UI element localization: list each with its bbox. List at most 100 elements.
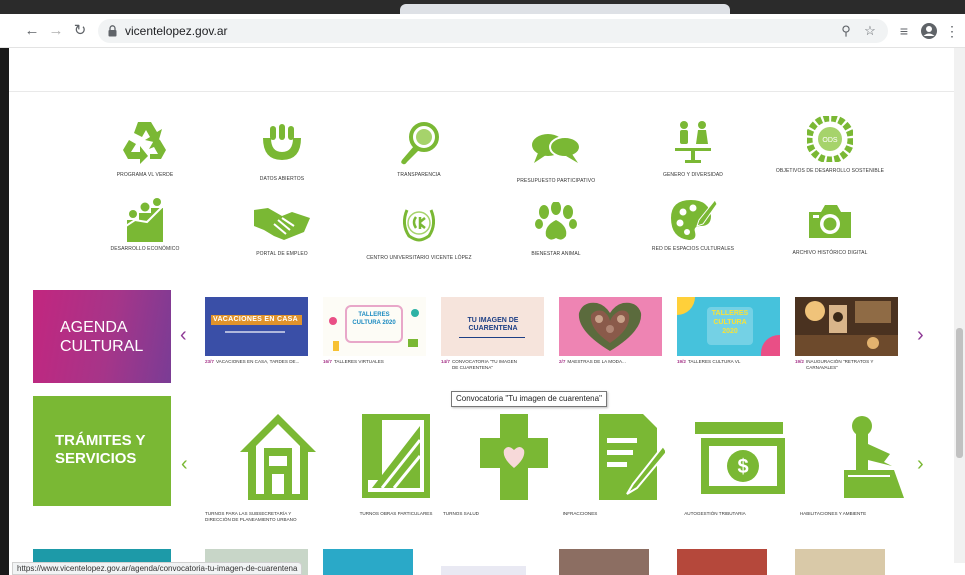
- laurel-emblem-icon: [402, 209, 436, 242]
- next-section-thumbnail[interactable]: [795, 549, 885, 575]
- agenda-caption[interactable]: 23/7 VACACIONES EN CASA, TARDES DE...: [205, 359, 299, 365]
- thumb-text: TALLERES CULTURA 2020: [711, 310, 749, 335]
- grid-item-label: GENERO Y DIVERSIDAD: [662, 172, 724, 178]
- grid-item-genero-diversidad[interactable]: GENERO Y DIVERSIDAD: [618, 120, 768, 178]
- grid-item-transparencia[interactable]: TRANSPARENCIA: [344, 120, 494, 178]
- agenda-thumbnail[interactable]: TU IMAGEN DE CUARENTENA: [441, 297, 544, 356]
- open-data-icon: [263, 124, 301, 160]
- agenda-next-arrow[interactable]: ›: [917, 325, 924, 345]
- agenda-caption[interactable]: 2/7 MAESTRAS DE LA MODA...: [559, 359, 626, 365]
- section-divider: [9, 91, 954, 92]
- agenda-caption[interactable]: 19/2 TALLERES CULTURA VL: [677, 359, 740, 365]
- agenda-prev-arrow[interactable]: ‹: [180, 325, 187, 345]
- agenda-date: 19/2: [677, 359, 686, 364]
- agenda-caption[interactable]: 14/7 CONVOCATORIA "TU IMAGEN DE CUARENTEN…: [441, 359, 522, 371]
- grid-item-ods[interactable]: ODS OBJETIVOS DE DESARROLLO SOSTENIBLE: [755, 116, 905, 174]
- grid-item-portal-empleo[interactable]: PORTAL DE EMPLEO: [207, 206, 357, 257]
- next-section-thumbnail[interactable]: [441, 566, 526, 575]
- agenda-caption-text: VACACIONES EN CASA, TARDES DE...: [215, 359, 300, 364]
- agenda-caption-text: INAUGURACIÓN "RETRATOS Y CARNAVALES": [805, 359, 874, 370]
- agenda-date: 19/2: [795, 359, 804, 364]
- grid-item-label: DATOS ABIERTOS: [259, 176, 305, 182]
- grid-item-label: TRANSPARENCIA: [397, 172, 441, 178]
- star-icon[interactable]: ☆: [862, 23, 878, 39]
- grid-item-red-espacios-culturales[interactable]: RED DE ESPACIOS CULTURALES: [618, 198, 768, 252]
- people-balance-icon: [675, 121, 711, 163]
- house-icon[interactable]: [238, 412, 318, 502]
- agenda-cultural-banner[interactable]: AGENDA CULTURAL: [33, 290, 171, 383]
- grid-item-label: OBJETIVOS DE DESARROLLO SOSTENIBLE: [775, 168, 885, 174]
- grid-item-archivo-historico[interactable]: ARCHIVO HISTÓRICO DIGITAL: [755, 202, 905, 256]
- recycle-icon: [123, 122, 166, 164]
- agenda-thumbnail[interactable]: [559, 297, 662, 356]
- agenda-thumbnail[interactable]: TALLERES CULTURA 2020: [323, 297, 426, 356]
- tooltip: Convocatoria "Tu imagen de cuarentena": [451, 391, 607, 407]
- url-text[interactable]: vicentelopez.gov.ar: [125, 24, 228, 38]
- grid-item-centro-universitario[interactable]: CENTRO UNIVERSITARIO VICENTE LÓPEZ: [344, 204, 494, 261]
- grid-item-presupuesto-participativo[interactable]: PRESUPUESTO PARTICIPATIVO: [481, 132, 631, 184]
- reload-icon[interactable]: ↻: [70, 21, 90, 41]
- tramites-servicios-banner[interactable]: TRÁMITES Y SERVICIOS: [33, 396, 171, 506]
- service-label[interactable]: INFRACCIONES: [525, 511, 635, 517]
- agenda-caption-text: MAESTRAS DE LA MODA...: [567, 359, 626, 364]
- agenda-caption[interactable]: 19/2 INAUGURACIÓN "RETRATOS Y CARNAVALES": [795, 359, 886, 371]
- page-scrollbar[interactable]: [954, 48, 965, 563]
- agenda-thumbnail[interactable]: VACACIONES EN CASA: [205, 297, 308, 356]
- service-label[interactable]: TURNOS PARA LAS SUBSECRETARÍA Y DIRECCIÓ…: [205, 511, 315, 523]
- blueprint-icon[interactable]: [360, 412, 432, 500]
- grid-item-label: RED DE ESPACIOS CULTURALES: [651, 246, 735, 252]
- address-bar[interactable]: vicentelopez.gov.ar ⚲ ☆: [98, 19, 888, 43]
- tab-strip: [0, 0, 965, 14]
- speech-bubbles-icon: [532, 134, 581, 163]
- grid-item-programa-vl-verde[interactable]: PROGRAMA VL VERDE: [70, 118, 220, 178]
- back-arrow-icon[interactable]: ←: [22, 21, 42, 41]
- agenda-caption[interactable]: 16/7 TALLERES VIRTUALES: [323, 359, 384, 365]
- health-cross-icon[interactable]: [478, 412, 550, 502]
- grid-item-datos-abiertos[interactable]: DATOS ABIERTOS: [207, 124, 357, 182]
- handshake-icon: [254, 208, 310, 240]
- palette-icon: [671, 199, 717, 240]
- next-section-thumbnail[interactable]: [677, 549, 767, 575]
- tramites-prev-arrow[interactable]: ‹: [181, 454, 188, 474]
- reading-list-icon[interactable]: ≡: [895, 22, 913, 40]
- forward-arrow-icon[interactable]: →: [46, 21, 66, 41]
- browser-toolbar: ← → ↻ vicentelopez.gov.ar ⚲ ☆ ≡ ⋮: [0, 14, 965, 48]
- grid-item-desarrollo-economico[interactable]: DESARROLLO ECONÓMICO: [70, 198, 220, 252]
- grid-item-bienestar-animal[interactable]: BIENESTAR ANIMAL: [481, 202, 631, 257]
- grid-item-label: PRESUPUESTO PARTICIPATIVO: [516, 178, 596, 184]
- agenda-date: 16/7: [323, 359, 332, 364]
- more-icon[interactable]: ⋮: [945, 22, 959, 40]
- grid-item-label: DESARROLLO ECONÓMICO: [110, 246, 180, 252]
- grid-item-label: CENTRO UNIVERSITARIO VICENTE LÓPEZ: [366, 255, 472, 261]
- active-tab[interactable]: [400, 4, 730, 14]
- ods-wheel-icon: ODS: [807, 116, 853, 162]
- scrollbar-thumb[interactable]: [956, 328, 963, 458]
- profile-icon[interactable]: [920, 22, 938, 40]
- service-label[interactable]: AUTOGESTIÓN TRIBUTARIA: [660, 511, 770, 517]
- browser-window: ← → ↻ vicentelopez.gov.ar ⚲ ☆ ≡ ⋮ PROGRA…: [0, 0, 965, 575]
- agenda-caption-text: TALLERES CULTURA VL: [687, 359, 741, 364]
- svg-text:$: $: [737, 456, 748, 478]
- ods-text: ODS: [822, 137, 838, 144]
- next-section-thumbnail[interactable]: [559, 549, 649, 575]
- heart-collage-image: [578, 302, 642, 351]
- agenda-date: 2/7: [559, 359, 566, 364]
- lock-icon[interactable]: [108, 25, 117, 37]
- vintage-photo-image: [795, 297, 898, 356]
- grid-item-label: PORTAL DE EMPLEO: [256, 251, 308, 257]
- service-label[interactable]: TURNOS SALUD: [406, 511, 516, 517]
- zoom-icon[interactable]: ⚲: [838, 23, 854, 39]
- next-section-thumbnail[interactable]: [323, 549, 413, 575]
- thumb-text: VACACIONES EN CASA: [213, 316, 299, 323]
- agenda-thumbnail[interactable]: [795, 297, 898, 356]
- document-edit-icon[interactable]: [597, 412, 665, 502]
- agenda-thumbnail[interactable]: TALLERES CULTURA 2020: [677, 297, 780, 356]
- agenda-title: AGENDA CULTURAL: [60, 319, 144, 355]
- grid-item-label: ARCHIVO HISTÓRICO DIGITAL: [792, 250, 868, 256]
- tramites-next-arrow[interactable]: ›: [917, 454, 924, 474]
- thumb-text: TU IMAGEN DE CUARENTENA: [467, 317, 519, 332]
- tramites-title: TRÁMITES Y SERVICIOS: [55, 432, 146, 467]
- stamp-icon[interactable]: [834, 414, 906, 500]
- money-bill-icon[interactable]: $: [693, 420, 787, 496]
- service-label[interactable]: HABILITACIONES Y AMBIENTE: [778, 511, 888, 517]
